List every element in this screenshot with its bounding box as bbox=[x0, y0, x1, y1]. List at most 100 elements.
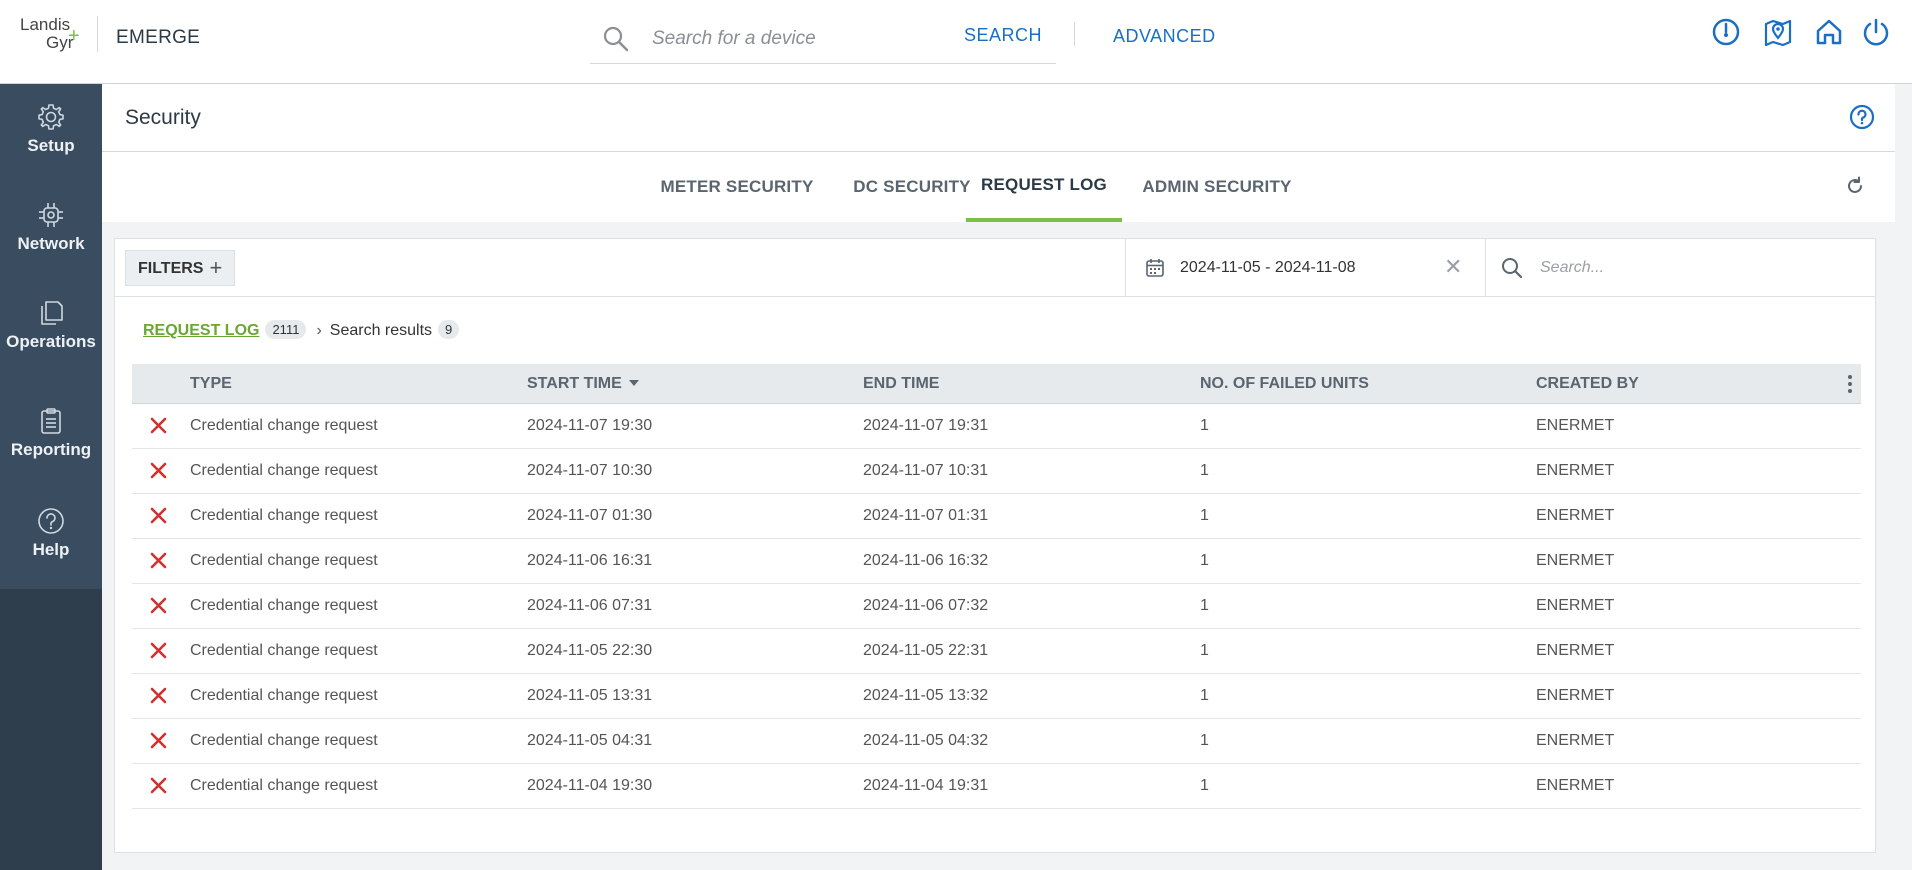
table-row[interactable]: Credential change request 2024-11-06 07:3… bbox=[132, 584, 1861, 629]
cell-end-time: 2024-11-06 16:32 bbox=[863, 552, 989, 569]
table-row[interactable]: Credential change request 2024-11-06 16:3… bbox=[132, 539, 1861, 584]
advanced-search-button[interactable]: ADVANCED bbox=[1113, 26, 1216, 47]
cell-end-time: 2024-11-07 01:31 bbox=[863, 507, 989, 524]
sidebar-item-label: Network bbox=[17, 234, 85, 253]
breadcrumb-request-log-link[interactable]: REQUEST LOG bbox=[143, 322, 259, 339]
cell-start-time: 2024-11-07 01:30 bbox=[527, 507, 653, 524]
cell-start-time: 2024-11-04 19:30 bbox=[527, 777, 653, 794]
sidebar-item-help[interactable]: Help bbox=[0, 506, 102, 586]
column-header-end-time[interactable]: END TIME bbox=[863, 364, 939, 404]
failed-status-icon bbox=[150, 687, 167, 709]
refresh-icon[interactable] bbox=[1845, 176, 1865, 201]
sidebar-item-reporting[interactable]: Reporting bbox=[0, 406, 102, 486]
table-row[interactable]: Credential change request 2024-11-05 13:3… bbox=[132, 674, 1861, 719]
cell-failed-units: 1 bbox=[1200, 462, 1209, 479]
column-options-icon[interactable] bbox=[1847, 374, 1853, 399]
help-circle-icon[interactable] bbox=[1849, 104, 1875, 135]
log-search bbox=[1485, 239, 1875, 297]
map-pin-icon[interactable] bbox=[1762, 16, 1794, 48]
table-row[interactable]: Credential change request 2024-11-05 04:3… bbox=[132, 719, 1861, 764]
filters-button[interactable]: FILTERS + bbox=[125, 250, 236, 286]
page-title: Security bbox=[125, 106, 201, 129]
documents-icon bbox=[41, 301, 63, 325]
tab-meter-security[interactable]: METER SECURITY bbox=[642, 152, 832, 222]
cell-failed-units: 1 bbox=[1200, 417, 1209, 434]
cell-start-time: 2024-11-05 04:31 bbox=[527, 732, 653, 749]
landis-gyr-logo[interactable]: Landis Gyr + bbox=[18, 14, 84, 56]
search-icon bbox=[1500, 256, 1524, 285]
column-header-failed-units[interactable]: NO. OF FAILED UNITS bbox=[1200, 364, 1369, 404]
cell-end-time: 2024-11-04 19:31 bbox=[863, 777, 989, 794]
sidebar-item-operations[interactable]: Operations bbox=[0, 298, 102, 378]
divider bbox=[1074, 22, 1075, 46]
filters-label: FILTERS bbox=[138, 260, 204, 277]
cell-end-time: 2024-11-06 07:32 bbox=[863, 597, 989, 614]
cell-created-by: ENERMET bbox=[1536, 777, 1615, 794]
home-icon[interactable] bbox=[1813, 16, 1845, 48]
cell-created-by: ENERMET bbox=[1536, 552, 1615, 569]
cell-type: Credential change request bbox=[190, 597, 378, 614]
calendar-icon bbox=[1144, 257, 1166, 284]
device-search-input[interactable] bbox=[652, 24, 952, 54]
failed-status-icon bbox=[150, 417, 167, 439]
cell-start-time: 2024-11-05 22:30 bbox=[527, 642, 653, 659]
table-row[interactable]: Credential change request 2024-11-07 19:3… bbox=[132, 404, 1861, 449]
column-header-created-by[interactable]: CREATED BY bbox=[1536, 364, 1639, 404]
cell-failed-units: 1 bbox=[1200, 642, 1209, 659]
tab-bar: METER SECURITY DC SECURITY REQUEST LOG A… bbox=[102, 152, 1895, 222]
cell-failed-units: 1 bbox=[1200, 687, 1209, 704]
cell-end-time: 2024-11-07 19:31 bbox=[863, 417, 989, 434]
tab-request-log[interactable]: REQUEST LOG bbox=[966, 152, 1122, 222]
column-header-type[interactable]: TYPE bbox=[190, 364, 232, 404]
logo-divider bbox=[97, 16, 98, 52]
sidebar-item-label: Operations bbox=[6, 332, 96, 351]
chip-icon bbox=[39, 203, 63, 227]
main-content: Security METER SECURITY DC SECURITY REQU… bbox=[102, 84, 1895, 870]
cell-type: Credential change request bbox=[190, 417, 378, 434]
cell-type: Credential change request bbox=[190, 687, 378, 704]
gear-icon bbox=[38, 104, 64, 130]
cell-failed-units: 1 bbox=[1200, 507, 1209, 524]
sidebar-item-network[interactable]: Network bbox=[0, 200, 102, 280]
sidebar-item-setup[interactable]: Setup bbox=[0, 102, 102, 182]
cell-type: Credential change request bbox=[190, 462, 378, 479]
clear-date-icon[interactable]: ✕ bbox=[1444, 254, 1462, 280]
table-row[interactable]: Credential change request 2024-11-07 01:3… bbox=[132, 494, 1861, 539]
cell-start-time: 2024-11-05 13:31 bbox=[527, 687, 653, 704]
cell-created-by: ENERMET bbox=[1536, 732, 1615, 749]
cell-created-by: ENERMET bbox=[1536, 597, 1615, 614]
cell-end-time: 2024-11-05 13:32 bbox=[863, 687, 989, 704]
table-row[interactable]: Credential change request 2024-11-04 19:3… bbox=[132, 764, 1861, 809]
chevron-right-icon: › bbox=[316, 322, 322, 339]
column-header-start-time[interactable]: START TIME bbox=[527, 364, 639, 404]
failed-status-icon bbox=[150, 462, 167, 484]
help-icon bbox=[38, 508, 64, 534]
sidebar-item-label: Reporting bbox=[10, 440, 92, 459]
table-row[interactable]: Credential change request 2024-11-07 10:3… bbox=[132, 449, 1861, 494]
dashboard-icon[interactable] bbox=[1710, 16, 1742, 48]
cell-type: Credential change request bbox=[190, 732, 378, 749]
search-button[interactable]: SEARCH bbox=[964, 25, 1042, 46]
power-icon[interactable] bbox=[1860, 16, 1892, 48]
cell-end-time: 2024-11-05 04:32 bbox=[863, 732, 989, 749]
date-range-value: 2024-11-05 - 2024-11-08 bbox=[1180, 259, 1356, 276]
sidebar-item-label: Help bbox=[32, 540, 70, 559]
column-header-label: START TIME bbox=[527, 375, 622, 392]
breadcrumb: REQUEST LOG 2111 › Search results 9 bbox=[143, 320, 460, 340]
tab-admin-security[interactable]: ADMIN SECURITY bbox=[1122, 152, 1312, 222]
table-header: TYPE START TIME END TIME NO. OF FAILED U… bbox=[132, 364, 1861, 404]
table-row[interactable]: Credential change request 2024-11-05 22:3… bbox=[132, 629, 1861, 674]
cell-failed-units: 1 bbox=[1200, 552, 1209, 569]
date-range-field[interactable]: 2024-11-05 - 2024-11-08 ✕ bbox=[1125, 239, 1485, 297]
logo-text-line1: Landis bbox=[20, 15, 71, 34]
sidebar: Setup Network Operations Reporting Help bbox=[0, 84, 102, 870]
breadcrumb-current: Search results bbox=[329, 322, 433, 339]
request-log-table: TYPE START TIME END TIME NO. OF FAILED U… bbox=[132, 364, 1861, 809]
failed-status-icon bbox=[150, 777, 167, 799]
cell-type: Credential change request bbox=[190, 552, 378, 569]
cell-type: Credential change request bbox=[190, 777, 378, 794]
log-search-input[interactable] bbox=[1540, 254, 1840, 282]
cell-created-by: ENERMET bbox=[1536, 462, 1615, 479]
search-icon bbox=[602, 25, 630, 58]
sidebar-nav: Setup Network Operations Reporting Help bbox=[0, 84, 102, 589]
